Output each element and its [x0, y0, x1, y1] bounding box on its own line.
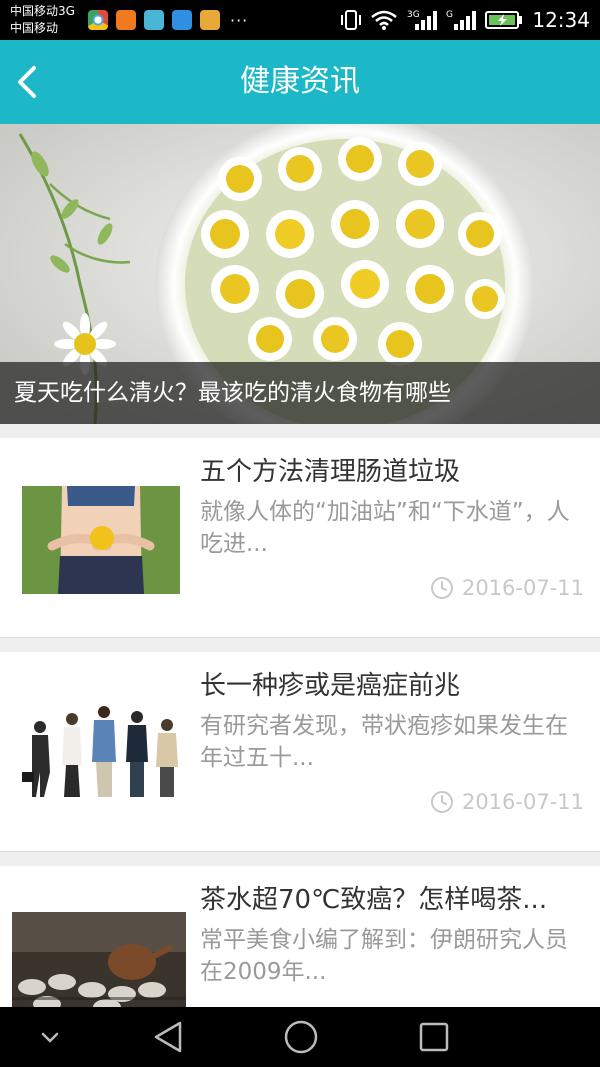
svg-text:3G: 3G: [407, 10, 420, 20]
system-icons: 3G G 12:34: [341, 8, 590, 32]
article-thumbnail: [12, 912, 186, 1012]
article-thumbnail: [22, 697, 180, 810]
article-date-row: 2016-07-11: [430, 576, 584, 600]
screen: 中国移动3G 中国移动 ··· 3G G 12:34 健康资讯 夏天吃什么清火？…: [0, 0, 600, 1067]
app-lock-icon: [200, 10, 220, 30]
app-chrome-icon: [88, 10, 108, 30]
article-date: 2016-07-11: [461, 576, 584, 600]
featured-banner[interactable]: 夏天吃什么清火？最该吃的清火食物有哪些: [0, 124, 600, 424]
recents-nav-icon[interactable]: [418, 1019, 450, 1055]
article-title: 长一种疹或是癌症前兆: [200, 671, 461, 701]
app-taobao-icon: [116, 10, 136, 30]
carrier-1: 中国移动3G: [10, 4, 75, 18]
signal-g-icon: G: [446, 10, 477, 30]
status-time: 12:34: [532, 8, 590, 32]
article-list: 五个方法清理肠道垃圾 就像人体的“加油站”和“下水道”，人吃进... 2016-…: [0, 438, 600, 1067]
battery-charging-icon: [485, 11, 523, 29]
list-item[interactable]: 五个方法清理肠道垃圾 就像人体的“加油站”和“下水道”，人吃进... 2016-…: [0, 438, 600, 638]
system-nav-bar: [0, 1007, 600, 1067]
status-bar: 中国移动3G 中国移动 ··· 3G G 12:34: [0, 0, 600, 40]
article-summary: 就像人体的“加油站”和“下水道”，人吃进...: [200, 499, 570, 557]
carrier-info: 中国移动3G 中国移动: [10, 3, 75, 37]
wifi-icon: [371, 10, 398, 30]
collapse-icon[interactable]: [38, 1027, 62, 1047]
back-nav-icon[interactable]: [152, 1019, 184, 1055]
app-message-icon: [172, 10, 192, 30]
notification-icons: ···: [88, 10, 248, 30]
article-title: 五个方法清理肠道垃圾: [200, 457, 461, 487]
article-thumbnail: [22, 486, 180, 594]
page-title: 健康资讯: [240, 64, 360, 99]
vibrate-icon: [341, 10, 362, 30]
carrier-2: 中国移动: [10, 21, 59, 35]
clock-icon: [430, 791, 453, 813]
more-notifications-icon: ···: [230, 10, 249, 30]
nav-bar: 健康资讯: [0, 40, 600, 124]
article-date: 2016-07-11: [461, 790, 584, 814]
list-item[interactable]: 长一种疹或是癌症前兆 有研究者发现，带状疱疹如果发生在年过五十... 2016-…: [0, 652, 600, 852]
article-summary: 常平美食小编了解到：伊朗研究人员在2009年...: [200, 927, 568, 985]
signal-3g-icon: 3G: [407, 10, 438, 30]
article-date-row: 2016-07-11: [430, 790, 584, 814]
app-android-icon: [144, 10, 164, 30]
clock-icon: [430, 577, 453, 599]
article-summary: 有研究者发现，带状疱疹如果发生在年过五十...: [200, 713, 568, 771]
home-nav-icon[interactable]: [283, 1019, 319, 1055]
banner-caption: 夏天吃什么清火？最该吃的清火食物有哪些: [0, 362, 600, 424]
svg-text:G: G: [446, 10, 453, 20]
article-title: 茶水超70℃致癌？怎样喝茶...: [200, 885, 548, 915]
